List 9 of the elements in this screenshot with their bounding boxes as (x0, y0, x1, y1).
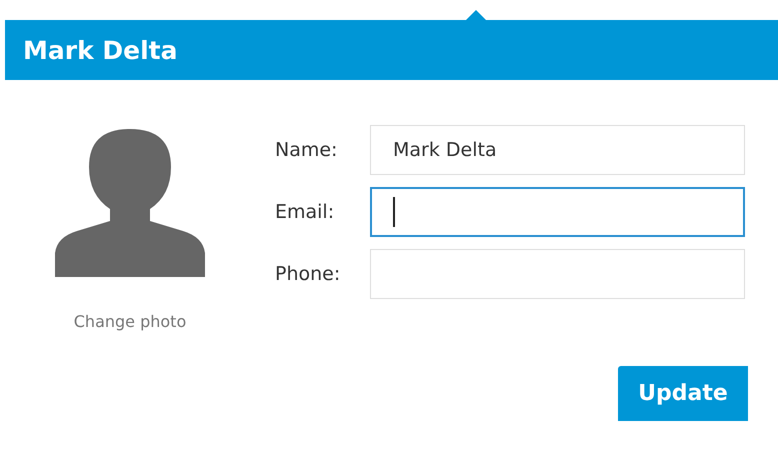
header-title: Mark Delta (23, 36, 178, 64)
field-label: Phone: (275, 263, 342, 285)
update-button[interactable]: Update (618, 366, 748, 421)
input-field[interactable] (370, 187, 745, 237)
change-photo-link[interactable]: Change photo (74, 312, 186, 331)
text-cursor (393, 197, 395, 227)
field-label: Email: (275, 201, 336, 223)
input-field[interactable]: Mark Delta (370, 125, 745, 175)
field-label: Name: (275, 139, 338, 161)
